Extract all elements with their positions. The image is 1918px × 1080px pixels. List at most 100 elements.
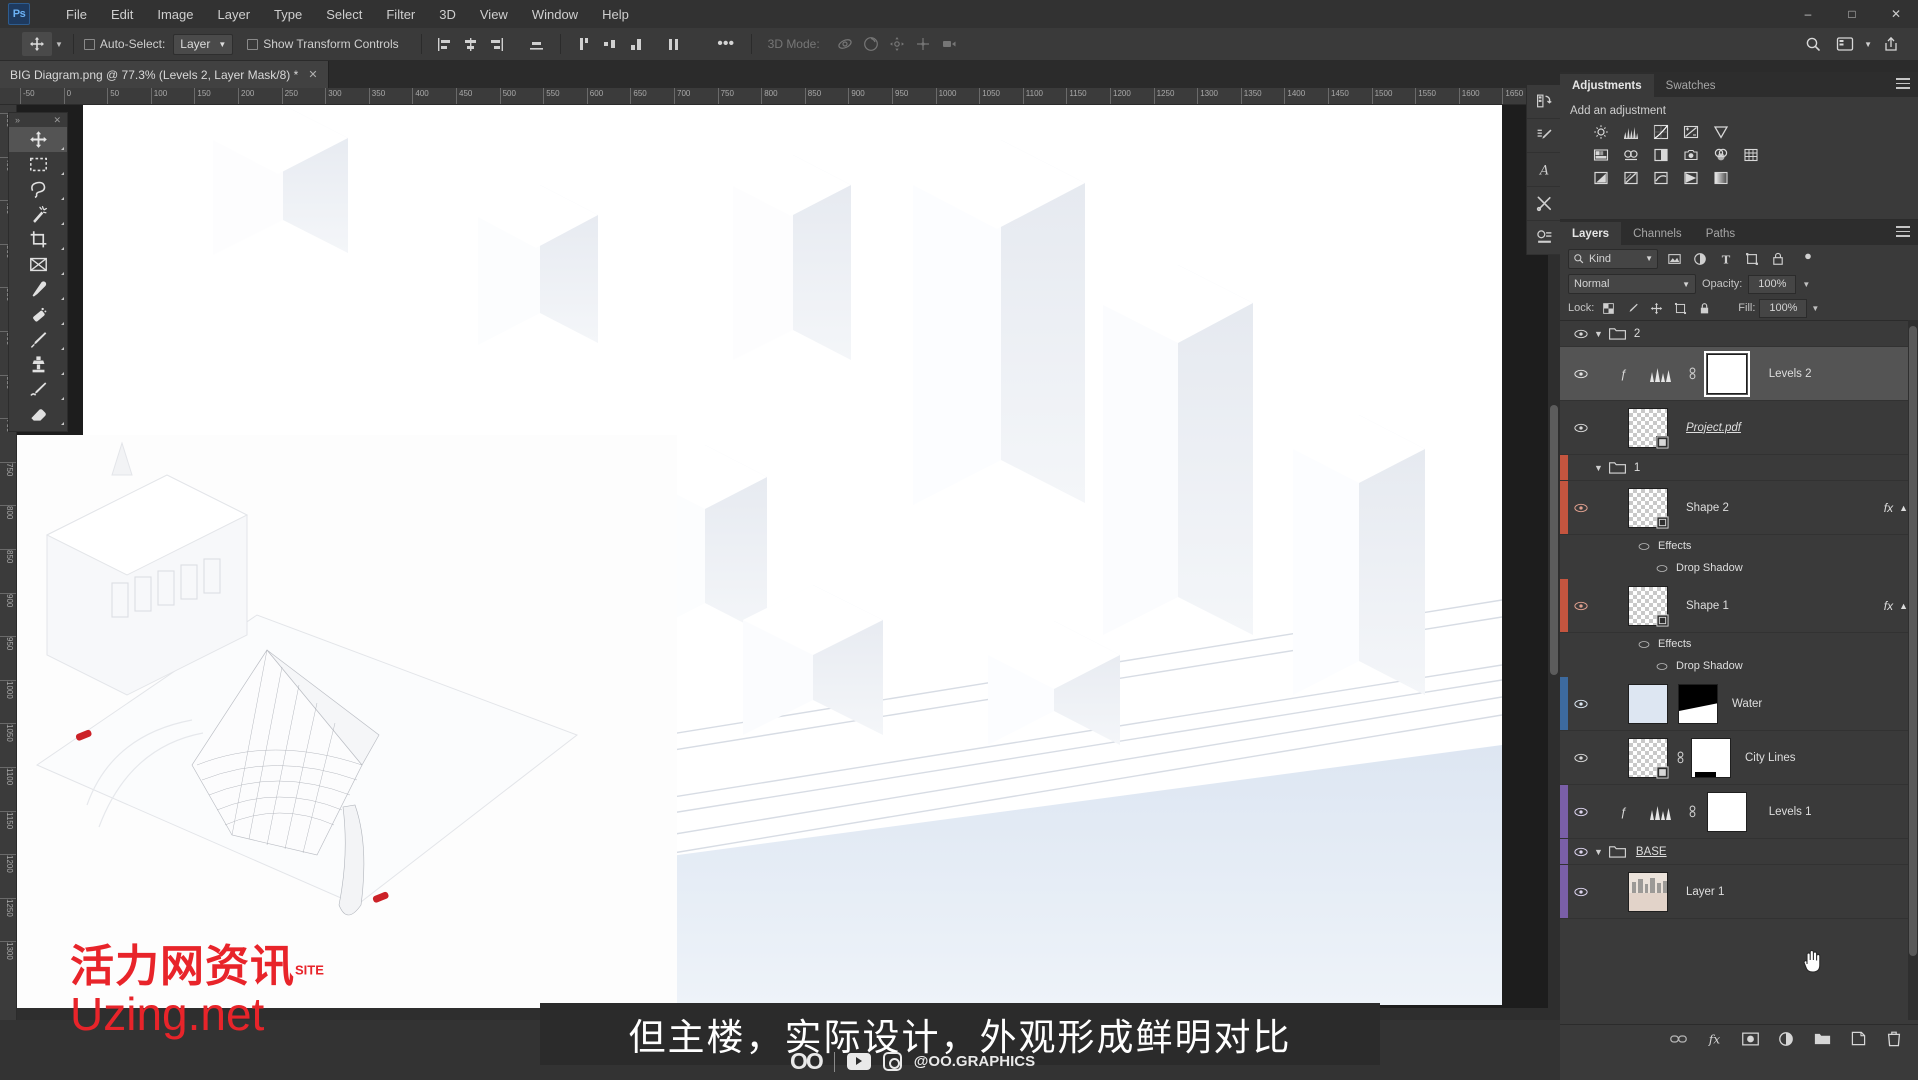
menu-select[interactable]: Select: [314, 3, 374, 26]
new-group-icon[interactable]: [1812, 1029, 1832, 1049]
link-layers-icon[interactable]: [1668, 1029, 1688, 1049]
workspace-chevron-icon[interactable]: ▼: [1864, 40, 1872, 49]
menu-help[interactable]: Help: [590, 3, 641, 26]
distribute-top-edges-icon[interactable]: [571, 32, 597, 56]
search-icon[interactable]: [1800, 32, 1826, 56]
document-tab[interactable]: BIG Diagram.png @ 77.3% (Levels 2, Layer…: [0, 61, 329, 88]
tool-preset-chevron-icon[interactable]: ▼: [55, 40, 63, 49]
layer-effects-indicator[interactable]: fx ▲: [1884, 599, 1908, 613]
new-adjustment-layer-icon[interactable]: [1776, 1029, 1796, 1049]
history-brush-tool[interactable]: [9, 377, 67, 402]
gradient-map-icon[interactable]: [1682, 169, 1700, 187]
layer-row-shape-2[interactable]: Shape 2 fx ▲: [1560, 481, 1918, 535]
add-layer-mask-icon[interactable]: [1740, 1029, 1760, 1049]
layer-visibility-toggle[interactable]: [1568, 423, 1594, 433]
tab-layers[interactable]: Layers: [1560, 222, 1622, 245]
maximize-button[interactable]: □: [1830, 0, 1874, 28]
more-options-button[interactable]: •••: [713, 32, 739, 56]
layer-row-water[interactable]: Water: [1560, 677, 1918, 731]
effect-visibility-toggle[interactable]: [1656, 662, 1668, 671]
layer-visibility-toggle[interactable]: [1568, 503, 1594, 513]
levels-icon[interactable]: [1622, 123, 1640, 141]
layer-effects-indicator[interactable]: fx ▲: [1884, 501, 1908, 515]
frame-tool[interactable]: [9, 252, 67, 277]
photo-filter-icon[interactable]: [1682, 146, 1700, 164]
layer-row-group-1[interactable]: ▼ 1: [1560, 455, 1918, 481]
layer-row-levels-2[interactable]: ƒ Levels 2: [1560, 347, 1918, 401]
close-icon[interactable]: ✕: [53, 115, 61, 126]
align-top-edges-icon[interactable]: [524, 32, 550, 56]
levels-thumbnail[interactable]: [1649, 803, 1673, 821]
hue-saturation-icon[interactable]: [1592, 146, 1610, 164]
layer-visibility-toggle[interactable]: [1568, 887, 1594, 897]
move-tool[interactable]: [9, 127, 67, 152]
layer-row-project-pdf[interactable]: Project.pdf: [1560, 401, 1918, 455]
distribute-horizontal-centers-icon[interactable]: [661, 32, 687, 56]
layer-effect-drop-shadow[interactable]: Drop Shadow: [1560, 557, 1918, 579]
filter-toggle-icon[interactable]: [1798, 249, 1818, 269]
delete-layer-icon[interactable]: [1884, 1029, 1904, 1049]
exposure-icon[interactable]: [1682, 123, 1700, 141]
lock-position-icon[interactable]: [1646, 298, 1666, 318]
lock-transparent-pixels-icon[interactable]: [1598, 298, 1618, 318]
layer-effect-drop-shadow[interactable]: Drop Shadow: [1560, 655, 1918, 677]
shape-layer-filter-icon[interactable]: [1742, 249, 1762, 269]
channel-mixer-icon[interactable]: [1712, 146, 1730, 164]
3d-roll-icon[interactable]: [858, 32, 884, 56]
layer-row-city-lines[interactable]: City Lines: [1560, 731, 1918, 785]
auto-select-checkbox[interactable]: [83, 38, 95, 50]
align-horizontal-centers-icon[interactable]: [458, 32, 484, 56]
layer-visibility-toggle[interactable]: [1568, 807, 1594, 817]
mask-link-icon[interactable]: [1674, 751, 1686, 764]
distribute-vertical-centers-icon[interactable]: [597, 32, 623, 56]
new-layer-icon[interactable]: [1848, 1029, 1868, 1049]
brightness-contrast-icon[interactable]: [1592, 123, 1610, 141]
brush-presets-icon[interactable]: [1527, 119, 1561, 153]
distribute-bottom-edges-icon[interactable]: [623, 32, 649, 56]
3d-orbit-icon[interactable]: [832, 32, 858, 56]
fill-chevron-icon[interactable]: ▼: [1811, 304, 1819, 313]
color-lookup-icon[interactable]: [1742, 146, 1760, 164]
posterize-icon[interactable]: [1622, 169, 1640, 187]
layer-row-group-base[interactable]: ▼ BASE: [1560, 839, 1918, 865]
collapse-icon[interactable]: »: [15, 115, 20, 125]
menu-view[interactable]: View: [468, 3, 520, 26]
magic-wand-tool[interactable]: [9, 202, 67, 227]
3d-slide-icon[interactable]: [910, 32, 936, 56]
effects-expand-chevron-icon[interactable]: ▲: [1899, 601, 1908, 611]
lock-artboard-icon[interactable]: [1670, 298, 1690, 318]
layer-effects-group[interactable]: Effects: [1560, 633, 1918, 655]
auto-select-scope-dropdown[interactable]: Layer ▼: [173, 33, 234, 55]
layer-visibility-toggle[interactable]: [1568, 699, 1594, 709]
layer-thumbnail[interactable]: [1628, 683, 1668, 724]
minimize-button[interactable]: –: [1786, 0, 1830, 28]
menu-filter[interactable]: Filter: [374, 3, 427, 26]
blend-mode-dropdown[interactable]: Normal ▼: [1568, 274, 1696, 294]
curves-icon[interactable]: [1652, 123, 1670, 141]
tab-swatches[interactable]: Swatches: [1654, 74, 1728, 97]
layer-mask-thumbnail[interactable]: [1678, 683, 1718, 724]
scrollbar-thumb[interactable]: [1909, 326, 1917, 956]
effect-visibility-toggle[interactable]: [1656, 564, 1668, 573]
fill-value-field[interactable]: 100%: [1759, 298, 1808, 318]
vibrance-icon[interactable]: [1712, 123, 1730, 141]
menu-3d[interactable]: 3D: [427, 3, 468, 26]
pixel-layer-filter-icon[interactable]: [1664, 249, 1684, 269]
brush-tool[interactable]: [9, 327, 67, 352]
show-transform-checkbox[interactable]: [247, 38, 259, 50]
lock-image-pixels-icon[interactable]: [1622, 298, 1642, 318]
effects-visibility-toggle[interactable]: [1638, 640, 1650, 649]
eyedropper-tool[interactable]: [9, 277, 67, 302]
canvas-area[interactable]: The pavilion is positioned perpendicular…: [17, 105, 1560, 1020]
share-icon[interactable]: [1878, 32, 1904, 56]
menu-image[interactable]: Image: [145, 3, 205, 26]
layer-visibility-toggle[interactable]: [1568, 329, 1594, 339]
layer-mask-thumbnail[interactable]: [1691, 737, 1731, 778]
color-balance-icon[interactable]: [1622, 146, 1640, 164]
workspace-switcher-icon[interactable]: [1832, 32, 1858, 56]
toolbar-collapse-handle[interactable]: » ✕: [9, 113, 67, 127]
align-left-edges-icon[interactable]: [432, 32, 458, 56]
layer-mask-thumbnail[interactable]: [1703, 350, 1750, 397]
layer-list[interactable]: ▼ 2 ƒ Levels 2 Project.pdf ▼ 1 Shape 2 f…: [1560, 320, 1918, 1020]
group-expand-chevron-icon[interactable]: ▼: [1594, 463, 1603, 473]
